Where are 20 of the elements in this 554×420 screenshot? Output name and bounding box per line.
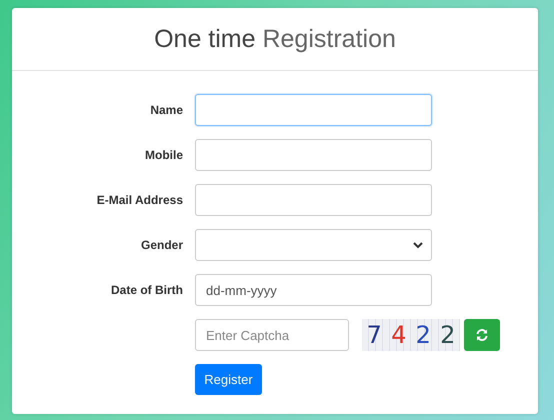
captcha-character: 4	[391, 321, 406, 349]
field-label: E-Mail Address	[96, 193, 183, 207]
captcha-character: 2	[416, 321, 431, 349]
chevron-down-icon	[413, 241, 423, 249]
input-field[interactable]	[195, 94, 432, 126]
input-field[interactable]: dd-mm-yyyy	[195, 274, 432, 306]
field-label: Gender	[140, 238, 183, 252]
field-label: Date of Birth	[110, 283, 183, 297]
field-label: Name	[149, 103, 183, 117]
input-field[interactable]	[195, 184, 432, 216]
field-label: Mobile	[144, 148, 183, 162]
gender-select[interactable]	[195, 229, 432, 261]
input-field[interactable]	[195, 139, 432, 171]
captcha-field[interactable]: Enter Captcha	[195, 319, 349, 351]
captcha-character: 7	[366, 321, 382, 349]
refresh-button[interactable]	[464, 319, 500, 351]
form-title: One time Registration	[154, 24, 396, 54]
captcha-character: 2	[440, 321, 456, 349]
refresh-icon	[475, 328, 489, 342]
register-button[interactable]: Register	[195, 364, 262, 395]
